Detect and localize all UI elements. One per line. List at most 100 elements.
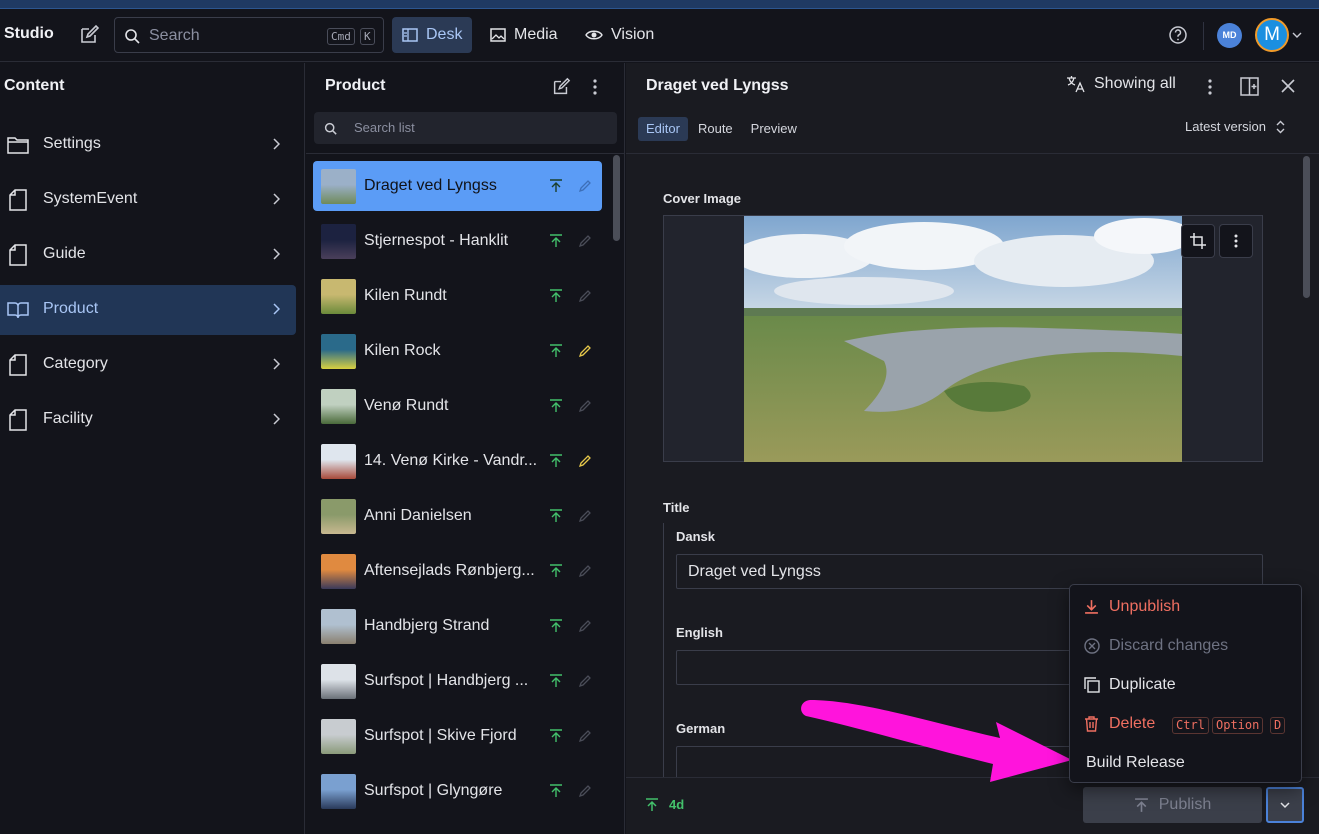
edit-status-icon xyxy=(579,179,592,192)
form-scrollbar[interactable] xyxy=(1303,156,1310,298)
book-icon xyxy=(6,298,30,322)
cover-image-label: Cover Image xyxy=(663,191,742,206)
list-item[interactable]: Kilen Rock xyxy=(313,326,602,376)
content-pane-title: Content xyxy=(4,77,65,94)
list-item[interactable]: Surfspot | Skive Fjord xyxy=(313,711,602,761)
help-icon[interactable] xyxy=(1168,25,1188,45)
folder-icon xyxy=(6,133,30,157)
duplicate-icon xyxy=(1084,677,1100,693)
content-pane: Content Settings SystemEvent Guide Produ… xyxy=(0,63,305,834)
split-pane-icon[interactable] xyxy=(1240,77,1259,96)
tab-media[interactable]: Media xyxy=(480,17,568,53)
published-icon xyxy=(645,798,659,812)
compose-icon[interactable] xyxy=(551,77,571,97)
published-icon xyxy=(549,564,563,578)
chevron-up-down-icon xyxy=(1276,120,1285,134)
thumbnail xyxy=(321,774,356,809)
image-options-button[interactable] xyxy=(1219,224,1253,258)
tab-preview[interactable]: Preview xyxy=(743,117,805,141)
avatar-small[interactable]: MD xyxy=(1217,23,1242,48)
list-search-input[interactable]: Search list xyxy=(314,112,617,144)
content-item-label: SystemEvent xyxy=(43,190,138,207)
list-item[interactable]: 14. Venø Kirke - Vandr... xyxy=(313,436,602,486)
published-icon xyxy=(549,674,563,688)
list-item[interactable]: Anni Danielsen xyxy=(313,491,602,541)
eye-icon xyxy=(585,28,603,42)
published-age: 4d xyxy=(669,797,685,812)
crop-button[interactable] xyxy=(1181,224,1215,258)
list-item[interactable]: Surfspot | Handbjerg ... xyxy=(313,656,602,706)
field-label-dansk: Dansk xyxy=(676,529,716,544)
cover-image-field[interactable] xyxy=(663,215,1263,462)
publish-button[interactable]: Publish xyxy=(1083,787,1262,823)
menu-item-build-release[interactable]: Build Release xyxy=(1070,743,1303,782)
unpublish-icon xyxy=(1084,599,1099,614)
content-item-settings[interactable]: Settings xyxy=(0,120,296,170)
thumbnail xyxy=(321,389,356,424)
global-search-input[interactable]: Search Cmd K xyxy=(114,17,384,53)
edit-status-icon xyxy=(579,619,592,632)
tab-desk-label: Desk xyxy=(426,26,463,43)
menu-item-duplicate[interactable]: Duplicate xyxy=(1070,665,1303,704)
avatar-user[interactable]: M xyxy=(1255,18,1289,52)
search-placeholder: Search xyxy=(149,27,200,44)
translate-icon xyxy=(1066,75,1086,93)
list-item[interactable]: Kilen Rundt xyxy=(313,271,602,321)
tab-editor[interactable]: Editor xyxy=(638,117,688,141)
published-icon xyxy=(549,619,563,633)
document-icon xyxy=(6,353,30,377)
list-scrollbar[interactable] xyxy=(613,155,620,241)
content-item-guide[interactable]: Guide xyxy=(0,230,296,280)
edit-status-icon xyxy=(579,289,592,302)
published-icon xyxy=(549,289,563,303)
menu-item-discard-changes[interactable]: Discard changes xyxy=(1070,626,1303,665)
edit-status-icon xyxy=(579,564,592,577)
tab-route[interactable]: Route xyxy=(690,117,741,141)
list-item[interactable]: Surfspot | Glyngøre xyxy=(313,766,602,816)
chevron-down-icon[interactable] xyxy=(1292,31,1302,39)
search-icon xyxy=(324,122,337,135)
more-vertical-icon[interactable] xyxy=(592,77,598,97)
chevron-right-icon xyxy=(272,413,280,425)
published-icon xyxy=(549,234,563,248)
published-icon xyxy=(549,729,563,743)
menu-item-label: Unpublish xyxy=(1109,598,1181,615)
document-icon xyxy=(6,188,30,212)
list-item-title: Surfspot | Skive Fjord xyxy=(364,727,517,744)
content-item-systemevent[interactable]: SystemEvent xyxy=(0,175,296,225)
list-item[interactable]: Stjernespot - Hanklit xyxy=(313,216,602,266)
thumbnail xyxy=(321,444,356,479)
list-item-title: Venø Rundt xyxy=(364,397,449,414)
crop-icon xyxy=(1190,233,1206,249)
content-item-label: Facility xyxy=(43,410,93,427)
menu-item-unpublish[interactable]: Unpublish xyxy=(1070,587,1303,626)
list-item[interactable]: Draget ved Lyngss xyxy=(313,161,602,211)
version-select[interactable]: Latest version xyxy=(1185,119,1285,134)
content-item-product[interactable]: Product xyxy=(0,285,296,335)
language-filter-button[interactable]: Showing all xyxy=(1066,75,1176,93)
edit-status-icon xyxy=(579,674,592,687)
compose-icon[interactable] xyxy=(78,24,100,46)
more-vertical-icon[interactable] xyxy=(1207,77,1213,97)
list-item[interactable]: Handbjerg Strand xyxy=(313,601,602,651)
tab-vision-label: Vision xyxy=(611,26,655,43)
chevron-right-icon xyxy=(272,303,280,315)
content-item-category[interactable]: Category xyxy=(0,340,296,390)
content-item-facility[interactable]: Facility xyxy=(0,395,296,445)
title-label: Title xyxy=(663,500,690,515)
published-icon xyxy=(549,454,563,468)
close-icon[interactable] xyxy=(1281,79,1295,93)
document-actions-button[interactable] xyxy=(1266,787,1304,823)
menu-item-label: Duplicate xyxy=(1109,676,1176,693)
edit-status-icon xyxy=(579,784,592,797)
tab-vision[interactable]: Vision xyxy=(575,17,664,53)
list-item[interactable]: Aftensejlads Rønbjerg... xyxy=(313,546,602,596)
content-item-label: Category xyxy=(43,355,108,372)
brand-title[interactable]: Studio xyxy=(4,25,54,43)
published-icon xyxy=(549,399,563,413)
tab-desk[interactable]: Desk xyxy=(392,17,473,53)
document-title: Draget ved Lyngss xyxy=(646,77,789,94)
navbar-divider xyxy=(1203,22,1204,50)
menu-item-delete[interactable]: Delete Ctrl Option D xyxy=(1070,704,1303,743)
list-item[interactable]: Venø Rundt xyxy=(313,381,602,431)
